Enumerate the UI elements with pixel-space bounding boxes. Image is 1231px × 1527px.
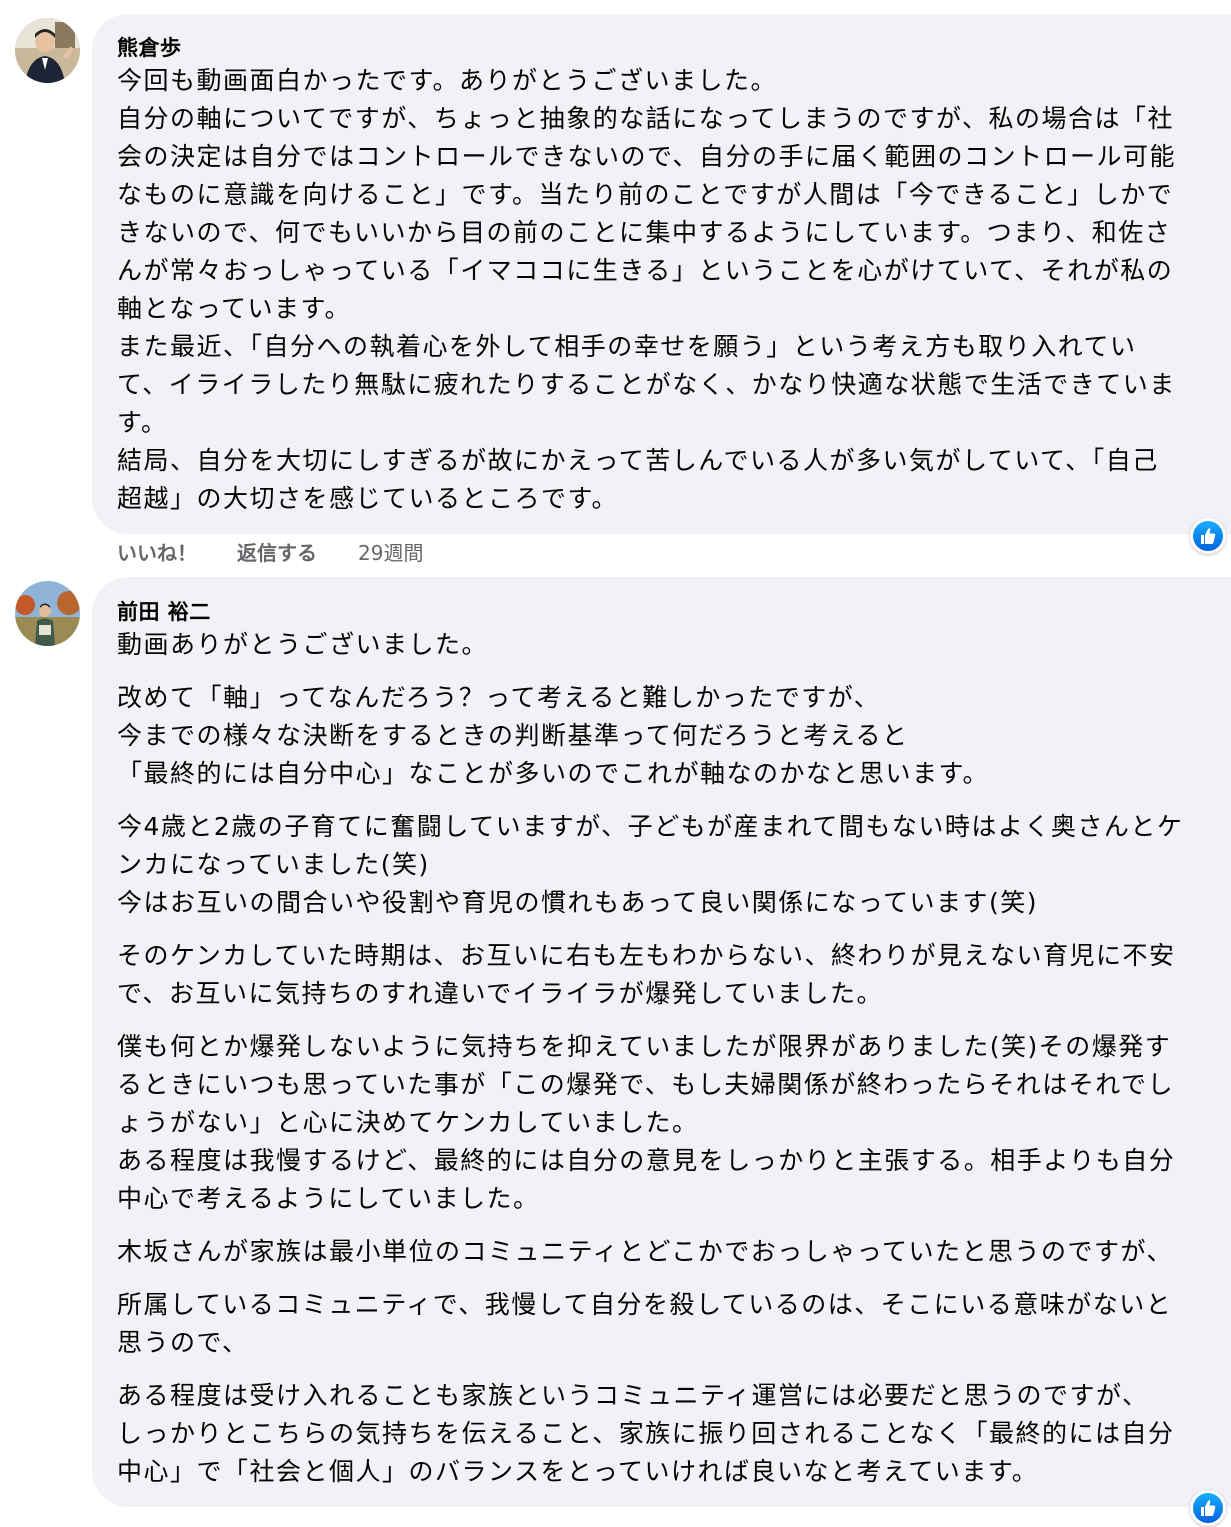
comment-text-line: そのケンカしていた時期は、お互いに右も左もわからない、終わりが見えない育児に不安 (117, 941, 1176, 970)
comment-text-line: るときにいつも思っていた事が「この爆発で、もし夫婦関係が終わったらそれはそれでし (117, 1070, 1175, 1099)
comment-bubble: 前田 裕二 動画ありがとうございました。 改めて「軸」ってなんだろう？って考える… (92, 577, 1231, 1507)
like-link[interactable]: いいね！ (117, 537, 197, 566)
comment-text-line: ょうがない」と心に決めてケンカしていました。 (117, 1108, 699, 1137)
comment-text-line: 中心で考えるようにしていました。 (117, 1184, 540, 1213)
comment-text-line: 改めて「軸」ってなんだろう？って考えると難しかったですが、 (117, 683, 881, 712)
comment-text-line: ある程度は受け入れることも家族というコミュニティ運営には必要だと思うのですが、 (117, 1381, 1149, 1410)
comment-bubble: 熊倉歩 今回も動画面白かったです。ありがとうございました。 自分の軸についてです… (92, 14, 1231, 534)
comment-text-line: 今はお互いの間合いや役割や育児の慣れもあって良い関係になっています(笑) (117, 888, 1039, 917)
user-photo-icon (15, 581, 80, 646)
comment-text-line: 僕も何とか爆発しないように気持ちを抑えていましたが限界がありました(笑)その爆発… (117, 1032, 1172, 1061)
reaction-badge[interactable] (1190, 1490, 1226, 1526)
comment-text-line: 所属しているコミュニティで、我慢して自分を殺しているのは、そこにいる意味がないと (117, 1290, 1173, 1319)
timestamp[interactable]: 29週間 (358, 537, 423, 566)
comment-text-line: 今4歳と2歳の子育てに奮闘していますが、子どもが産まれて間もない時はよく奥さんと… (117, 812, 1184, 841)
user-photo-icon (15, 18, 80, 83)
comment-text-line: で、お互いに気持ちのすれ違いでイライラが爆発していました。 (117, 979, 884, 1008)
comment-author[interactable]: 熊倉歩 (117, 32, 182, 62)
comment-text-line: しっかりとこちらの気持ちを伝えること、家族に振り回されることなく「最終的には自分 (117, 1419, 1175, 1448)
comment-text-line: す。 (117, 408, 168, 437)
comment-text-line: きないので、何でもいいから目の前のことに集中するようにしています。つまり、和佐さ (117, 218, 1172, 247)
comment-text-line: 動画ありがとうございました。 (117, 630, 489, 659)
comment-text-line: 中心」で「社会と個人」のバランスをとっていければ良いなと考えています。 (117, 1457, 1039, 1486)
comment-text-line: なものに意識を向けること」です。当たり前のことですが人間は「今できること」しかで (117, 180, 1174, 209)
thumbs-up-icon (1201, 1500, 1216, 1516)
comment-text-line: 今回も動画面白かったです。ありがとうございました。 (117, 66, 778, 95)
comment-text-line: 会の決定は自分ではコントロールできないので、自分の手に届く範囲のコントロール可能 (117, 142, 1177, 171)
comment-text-line: 「最終的には自分中心」なことが多いのでこれが軸なのかなと思います。 (117, 759, 990, 788)
reply-link[interactable]: 返信する (237, 537, 317, 566)
comment-author[interactable]: 前田 裕二 (117, 596, 211, 626)
comment-text-line: 自分の軸についてですが、ちょっと抽象的な話になってしまうのですが、私の場合は「社 (117, 104, 1175, 133)
comment-text-line: 超越」の大切さを感じているところです。 (117, 484, 619, 513)
comment-text-line: 今までの様々な決断をするときの判断基準って何だろうと考えると (117, 721, 909, 750)
comment-text-line: また最近、「自分への執着心を外して相手の幸せを願う」という考え方も取り入れてい (117, 332, 1137, 361)
comment-text-line: て、イライラしたり無駄に疲れたりすることがなく、かなり快適な状態で生活できていま (117, 370, 1176, 399)
thumbs-up-icon (1201, 528, 1216, 544)
comment-text-line: 結局、自分を大切にしすぎるが故にかえって苦しんでいる人が多い気がしていて、「自己 (117, 446, 1159, 475)
comment-text-line: 木坂さんが家族は最小単位のコミュニティとどこかでおっしゃっていたと思うのですが、 (117, 1237, 1174, 1266)
comment-text-line: ンカになっていました(笑) (117, 850, 430, 879)
avatar[interactable] (15, 581, 80, 646)
comment-text-line: ある程度は我慢するけど、最終的には自分の意見をしっかりと主張する。相手よりも自分 (117, 1146, 1176, 1175)
avatar[interactable] (15, 18, 80, 83)
reaction-badge[interactable] (1190, 518, 1226, 554)
comment-text-line: んが常々おっしゃっている「イマココに生きる」ということを心がけていて、それが私の (117, 256, 1174, 285)
comment-text-line: 思うので、 (117, 1328, 249, 1357)
comment-text-line: 軸となっています。 (117, 294, 352, 323)
